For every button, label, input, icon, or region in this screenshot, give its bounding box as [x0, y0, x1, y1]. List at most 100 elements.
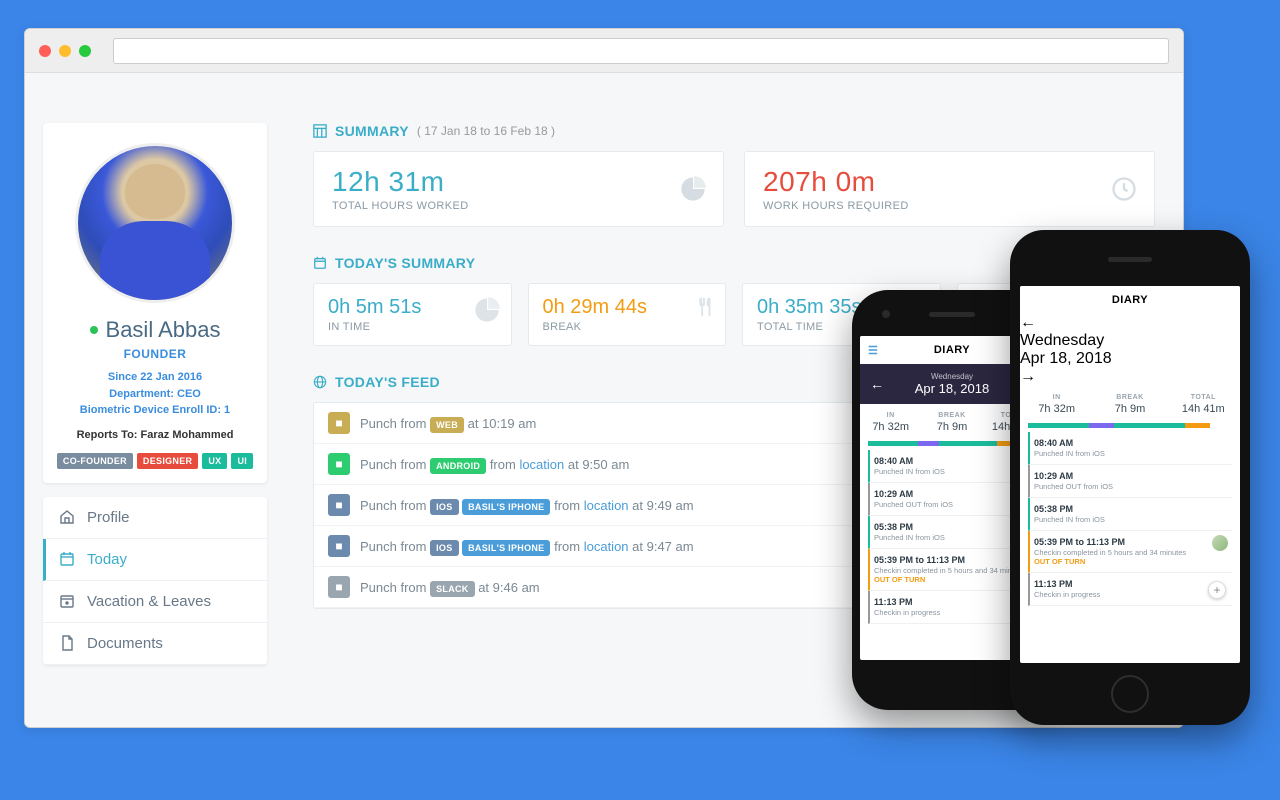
timeline-segment: [1028, 423, 1089, 428]
location-link[interactable]: location: [584, 498, 629, 513]
summary-header: SUMMARY ( 17 Jan 18 to 16 Feb 18 ): [313, 123, 1155, 139]
log-desc: Punched IN from iOS: [1034, 515, 1228, 524]
browser-chrome: [25, 29, 1183, 73]
timeline-segment: [1114, 423, 1185, 428]
mobile-date: Apr 18, 2018: [1020, 350, 1240, 368]
nav-item-profile[interactable]: Profile: [43, 497, 267, 539]
mobile-preview-iphone: DIARY ← Wednesday Apr 18, 2018 → IN7h 32…: [1010, 230, 1250, 725]
feed-source-icon: ■: [328, 453, 350, 475]
log-row[interactable]: 05:38 PMPunched IN from iOS: [1028, 498, 1232, 531]
log-time: 05:39 PM to 11:13 PM: [874, 555, 1032, 565]
timeline-segment: [918, 441, 938, 446]
profile-name: Basil Abbas: [106, 317, 221, 343]
summary-title: SUMMARY: [335, 123, 409, 139]
mobile-stats: IN7h 32mBREAK7h 9mTOTAL14h 41m: [1020, 386, 1240, 419]
feed-text: Punch from ANDROID from location at 9:50…: [360, 457, 629, 472]
stat-label: IN: [860, 412, 921, 419]
tag: UI: [231, 453, 253, 469]
feed-text: Punch from IOS BASIL'S IPHONE from locat…: [360, 498, 694, 513]
timeline-segment: [868, 441, 918, 446]
summary-card: 12h 31m TOTAL HOURS WORKED: [313, 151, 724, 227]
profile-department: Department: CEO: [55, 386, 255, 403]
add-button[interactable]: +: [1208, 581, 1226, 599]
log-desc: Punched OUT from iOS: [874, 500, 1032, 509]
today-value: 0h 29m 44s: [543, 296, 712, 319]
today-card: 0h 29m 44sBREAK: [528, 283, 727, 346]
reports-to: Reports To: Faraz Mohammed: [55, 429, 255, 441]
stat-value: 7h 9m: [1093, 403, 1166, 415]
today-value: 0h 5m 51s: [328, 296, 497, 319]
hamburger-icon[interactable]: ☰: [868, 344, 878, 357]
platform-badge: IOS: [430, 499, 458, 515]
location-link[interactable]: location: [584, 539, 629, 554]
summary-label: WORK HOURS REQUIRED: [763, 200, 1136, 212]
today-summary-title: TODAY'S SUMMARY: [335, 255, 475, 271]
window-close-icon[interactable]: [39, 45, 51, 57]
utensils-icon: [693, 296, 715, 318]
profile-card: Basil Abbas FOUNDER Since 22 Jan 2016 De…: [43, 123, 267, 483]
nav-label: Profile: [87, 509, 130, 526]
log-desc: Checkin in progress: [1034, 590, 1228, 599]
calendar-icon: [59, 551, 75, 567]
globe-icon: [313, 375, 327, 389]
window-zoom-icon[interactable]: [79, 45, 91, 57]
mobile-title: DIARY: [934, 344, 970, 356]
log-time: 05:39 PM to 11:13 PM: [1034, 537, 1228, 547]
next-day-button[interactable]: →: [1020, 368, 1036, 385]
stat-value: 7h 9m: [921, 421, 982, 433]
mobile-stat: BREAK 7h 9m: [1093, 394, 1166, 415]
window-minimize-icon[interactable]: [59, 45, 71, 57]
profile-tags: CO-FOUNDERDESIGNERUXUI: [55, 453, 255, 469]
feed-source-icon: ■: [328, 494, 350, 516]
feed-source-icon: ■: [328, 535, 350, 557]
mobile-stat: BREAK7h 9m: [921, 412, 982, 433]
mobile-stat: IN7h 32m: [860, 412, 921, 433]
pie-icon: [473, 296, 501, 324]
log-row[interactable]: 10:29 AMPunched OUT from iOS: [1028, 465, 1232, 498]
log-time: 11:13 PM: [1034, 579, 1228, 589]
stat-label: IN: [1020, 394, 1093, 401]
profile-role: FOUNDER: [55, 347, 255, 361]
mobile-log: 08:40 AMPunched IN from iOS10:29 AMPunch…: [1020, 432, 1240, 606]
today-label: IN TIME: [328, 321, 497, 333]
platform-badge: WEB: [430, 417, 464, 433]
log-row[interactable]: 11:13 PMCheckin in progress+: [1028, 573, 1232, 606]
timeline-segment: [1185, 423, 1209, 428]
stat-label: BREAK: [1093, 394, 1166, 401]
platform-badge: BASIL'S IPHONE: [462, 499, 550, 515]
log-desc: Punched IN from iOS: [874, 533, 1032, 542]
location-link[interactable]: location: [519, 457, 564, 472]
profile-biometric: Biometric Device Enroll ID: 1: [55, 402, 255, 419]
avatar: [75, 143, 235, 303]
log-time: 11:13 PM: [874, 597, 1032, 607]
summary-value: 12h 31m: [332, 166, 705, 198]
tag: DESIGNER: [137, 453, 198, 469]
summary-label: TOTAL HOURS WORKED: [332, 200, 705, 212]
timeline-segment: [939, 441, 998, 446]
log-desc: Punched IN from iOS: [1034, 449, 1228, 458]
log-time: 08:40 AM: [1034, 438, 1228, 448]
feed-source-icon: ■: [328, 412, 350, 434]
today-feed-title: TODAY'S FEED: [335, 374, 440, 390]
prev-day-button[interactable]: ←: [1020, 314, 1036, 331]
platform-badge: BASIL'S IPHONE: [462, 540, 550, 556]
log-row[interactable]: 08:40 AMPunched IN from iOS: [1028, 432, 1232, 465]
nav-item-vacation-leaves[interactable]: Vacation & Leaves: [43, 581, 267, 623]
log-time: 05:38 PM: [874, 522, 1032, 532]
nav-label: Today: [87, 551, 127, 568]
feed-text: Punch from SLACK at 9:46 am: [360, 580, 540, 595]
stat-value: 14h 41m: [1167, 403, 1240, 415]
nav-item-today[interactable]: Today: [43, 539, 267, 581]
home-button-icon[interactable]: [1111, 675, 1149, 713]
log-row[interactable]: 05:39 PM to 11:13 PMCheckin completed in…: [1028, 531, 1232, 573]
log-time: 10:29 AM: [1034, 471, 1228, 481]
url-input[interactable]: [113, 38, 1169, 64]
mobile-timeline-bar: [1028, 423, 1232, 428]
map-thumb-icon[interactable]: [1212, 535, 1228, 551]
platform-badge: SLACK: [430, 581, 475, 597]
platform-badge: IOS: [430, 540, 458, 556]
summary-card: 207h 0mWORK HOURS REQUIRED: [744, 151, 1155, 227]
nav-item-documents[interactable]: Documents: [43, 623, 267, 665]
profile-since: Since 22 Jan 2016: [55, 369, 255, 386]
calendar-icon: [313, 256, 327, 270]
